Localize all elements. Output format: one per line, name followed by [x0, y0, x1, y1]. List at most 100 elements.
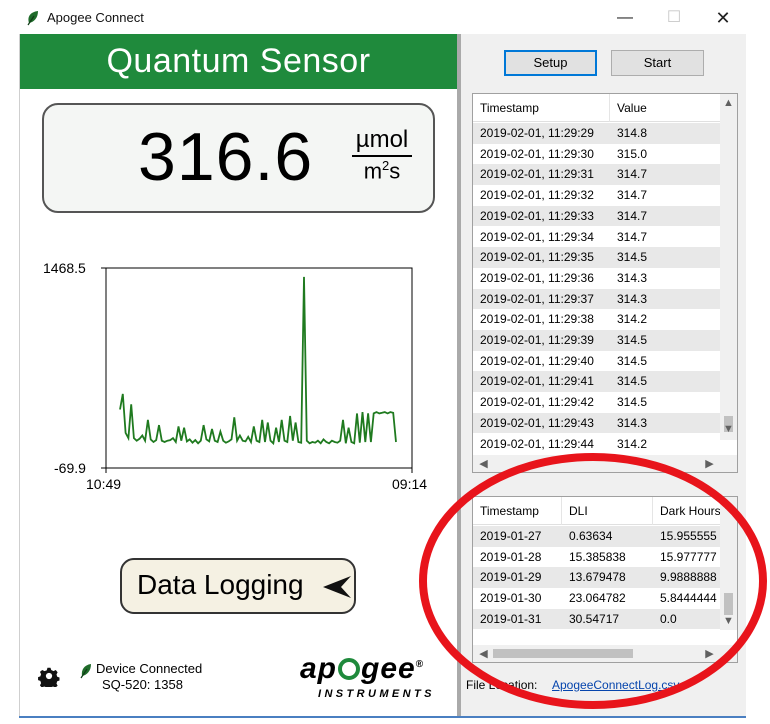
table-cell: 2019-01-29: [480, 570, 542, 585]
table-cell: 2019-02-01, 11:29:43: [480, 415, 594, 430]
table-cell: 2019-02-01, 11:29:39: [480, 333, 594, 347]
table-cell: 9.9888888: [660, 570, 717, 585]
connection-leaf-icon: [80, 664, 91, 679]
table-row[interactable]: 2019-02-01, 11:29:43 314.3: [473, 412, 722, 434]
table-cell: 2019-02-01, 11:29:29: [480, 126, 594, 140]
window-title: Apogee Connect: [47, 10, 144, 25]
scroll-left-icon[interactable]: ◀: [475, 647, 492, 660]
table-row[interactable]: 2019-02-01, 11:29:44 314.2: [473, 434, 722, 455]
table-cell: 15.977777: [660, 549, 717, 564]
table-row[interactable]: 2019-01-27 0.63634 15.955555: [473, 526, 722, 547]
table-row[interactable]: 2019-02-01, 11:29:38 314.2: [473, 309, 722, 330]
brand-logo: ap gee®: [300, 652, 425, 685]
daily-horizontal-scrollbar[interactable]: ◀ ▶: [473, 645, 737, 662]
table-cell: 314.3: [617, 415, 648, 430]
table-row[interactable]: 2019-02-01, 11:29:42 314.5: [473, 392, 722, 413]
scroll-right-icon[interactable]: ▶: [701, 457, 718, 470]
table-cell: 2019-02-01, 11:29:32: [480, 188, 594, 203]
table-row[interactable]: 2019-01-29 13.679478 9.9888888: [473, 567, 722, 589]
column-header-dli[interactable]: DLI: [562, 497, 653, 525]
setup-button[interactable]: Setup: [504, 50, 597, 76]
table-cell: 2019-02-01, 11:29:37: [480, 291, 594, 306]
table-cell: 5.8444444: [660, 591, 717, 606]
table-cell: 2019-02-01, 11:29:44: [480, 436, 594, 451]
column-header-timestamp[interactable]: Timestamp: [473, 94, 610, 122]
device-model: SQ-520: 1358: [102, 677, 183, 692]
daily-header: Timestamp DLI Dark Hours: [473, 497, 733, 525]
table-row[interactable]: 2019-02-01, 11:29:39 314.5: [473, 330, 722, 351]
horizontal-scroll-thumb[interactable]: [493, 649, 633, 658]
table-row[interactable]: 2019-02-01, 11:29:32 314.7: [473, 185, 722, 206]
window-bottom-border: [19, 716, 746, 718]
table-row[interactable]: 2019-02-01, 11:29:40 314.5: [473, 351, 722, 372]
table-cell: 2019-01-27: [480, 529, 542, 543]
close-button[interactable]: ✕: [703, 4, 743, 32]
minimize-button[interactable]: —: [605, 4, 645, 32]
table-row[interactable]: 2019-01-31 30.54717 0.0: [473, 608, 722, 630]
table-cell: 314.8: [617, 126, 648, 140]
reading-value: 316.6: [138, 119, 314, 195]
table-cell: 2019-01-30: [480, 591, 542, 606]
readings-vertical-scrollbar[interactable]: ▲ ▼: [720, 94, 737, 440]
table-cell: 15.955555: [660, 529, 717, 543]
scroll-down-icon[interactable]: ▼: [720, 615, 737, 627]
table-row[interactable]: 2019-02-01, 11:29:35 314.5: [473, 247, 722, 268]
table-row[interactable]: 2019-02-01, 11:29:34 314.7: [473, 227, 722, 248]
table-cell: 314.2: [617, 312, 648, 327]
table-cell: 2019-02-01, 11:29:33: [480, 208, 594, 223]
table-cell: 2019-02-01, 11:29:35: [480, 250, 594, 265]
column-header-value[interactable]: Value: [610, 94, 722, 122]
table-row[interactable]: 2019-02-01, 11:29:31 314.7: [473, 164, 722, 186]
readings-table: Timestamp Value 2019-02-01, 11:29:29 314.…: [472, 93, 738, 473]
table-row[interactable]: 2019-02-01, 11:29:29 314.8: [473, 123, 722, 144]
table-cell: 314.5: [617, 333, 648, 347]
scroll-thumb[interactable]: [724, 593, 733, 615]
table-cell: 2019-02-01, 11:29:42: [480, 395, 594, 410]
table-cell: 2019-02-01, 11:29:40: [480, 353, 594, 368]
table-row[interactable]: 2019-02-01, 11:29:41 314.5: [473, 371, 722, 393]
y-min-label: -69.9: [54, 460, 86, 476]
table-cell: 314.7: [617, 167, 648, 182]
scroll-left-icon[interactable]: ◀: [475, 457, 492, 470]
table-row[interactable]: 2019-02-01, 11:29:30 315.0: [473, 144, 722, 165]
data-logging-label: Data Logging: [137, 569, 304, 600]
scroll-down-icon[interactable]: ▼: [720, 423, 737, 435]
scroll-up-icon[interactable]: ▲: [720, 500, 737, 512]
send-arrow-icon: [323, 576, 351, 598]
brand-tagline: INSTRUMENTS: [318, 688, 435, 700]
maximize-button[interactable]: ☐: [654, 4, 694, 32]
readings-horizontal-scrollbar[interactable]: ◀ ▶: [473, 455, 737, 472]
scroll-up-icon[interactable]: ▲: [720, 97, 737, 109]
table-cell: 2019-01-28: [480, 549, 542, 564]
table-cell: 2019-02-01, 11:29:36: [480, 270, 594, 285]
gear-icon[interactable]: [38, 665, 60, 687]
table-row[interactable]: 2019-02-01, 11:29:33 314.7: [473, 205, 722, 227]
table-cell: 314.5: [617, 395, 648, 410]
column-header-timestamp[interactable]: Timestamp: [473, 497, 562, 525]
table-cell: 0.63634: [569, 529, 613, 543]
start-button[interactable]: Start: [611, 50, 704, 76]
scroll-right-icon[interactable]: ▶: [701, 647, 718, 660]
file-location-link[interactable]: ApogeeConnectLog.csv: [552, 678, 679, 692]
table-cell: 315.0: [617, 146, 648, 161]
table-cell: 314.7: [617, 208, 648, 223]
table-row[interactable]: 2019-01-28 15.385838 15.977777: [473, 547, 722, 568]
table-row[interactable]: 2019-02-01, 11:29:37 314.3: [473, 288, 722, 310]
table-row[interactable]: 2019-01-30 23.064782 5.8444444: [473, 588, 722, 609]
readings-header: Timestamp Value: [473, 94, 722, 122]
table-cell: 2019-02-01, 11:29:38: [480, 312, 594, 327]
table-cell: 30.54717: [569, 611, 620, 626]
table-cell: 314.2: [617, 436, 648, 451]
table-row[interactable]: 2019-02-01, 11:29:36 314.3: [473, 268, 722, 289]
x-start-label: 10:49: [86, 476, 121, 492]
table-cell: 15.385838: [569, 549, 626, 564]
table-cell: 314.5: [617, 353, 648, 368]
daily-vertical-scrollbar[interactable]: ▲ ▼: [720, 497, 737, 630]
unit-numerator: µmol: [352, 126, 412, 157]
table-cell: 2019-02-01, 11:29:31: [480, 167, 594, 182]
x-end-label: 09:14: [392, 476, 427, 492]
reading-chart: 1468.5 -69.9 10:49 09:14: [43, 260, 427, 492]
window-border: [19, 34, 20, 716]
table-cell: 314.3: [617, 291, 648, 306]
leaf-icon: [27, 11, 38, 26]
